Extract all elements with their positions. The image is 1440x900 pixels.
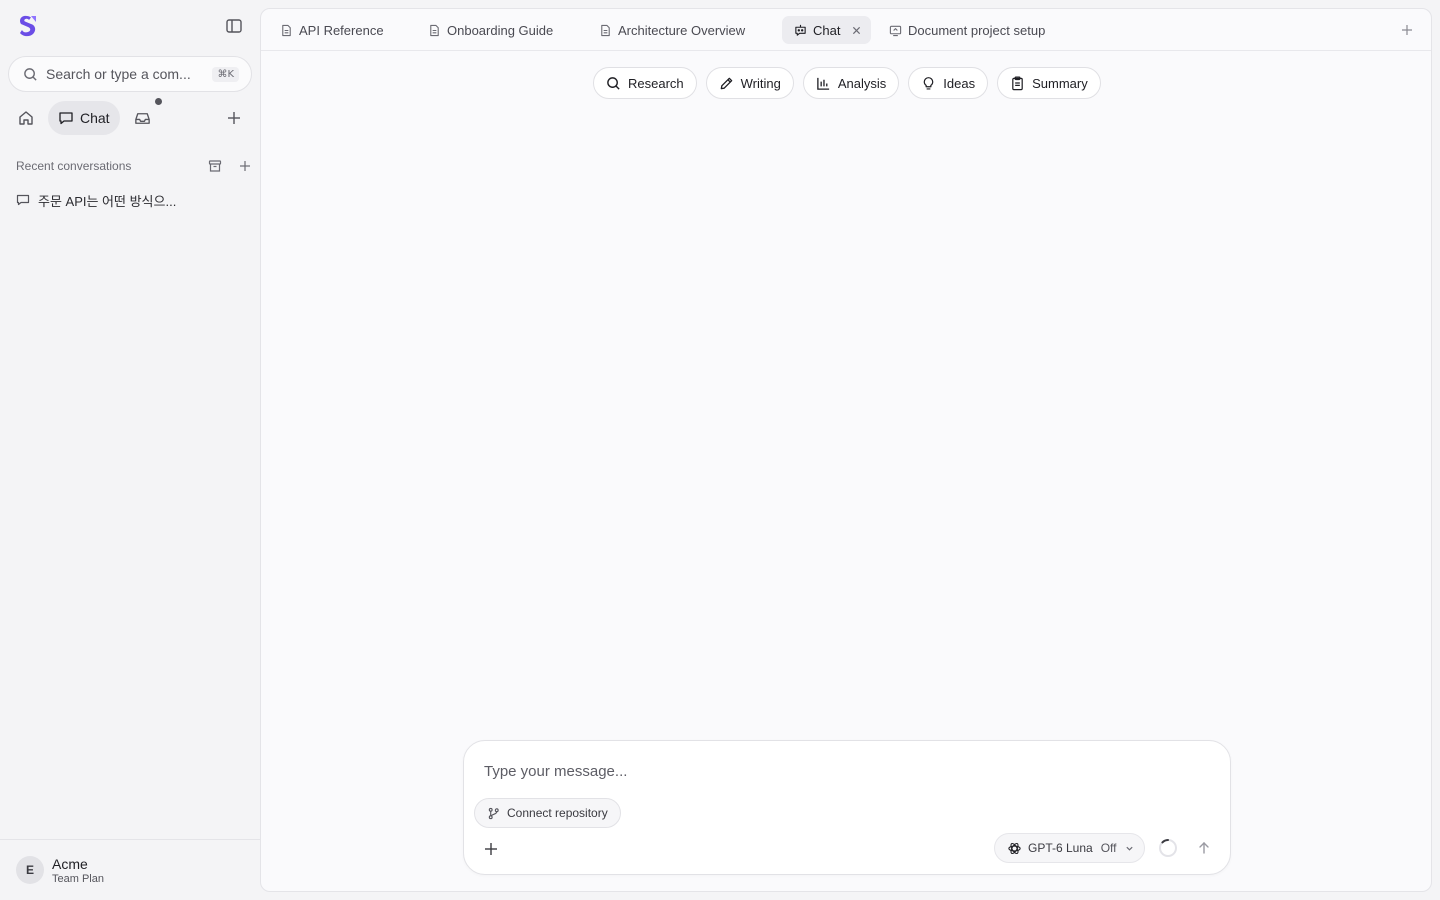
attach-plus-icon[interactable] — [484, 842, 498, 856]
search-icon — [23, 67, 38, 82]
sidebar: Search or type a com... ⌘K Chat Recent c… — [0, 0, 260, 900]
message-input[interactable] — [484, 761, 1184, 781]
chip-analysis[interactable]: Analysis — [802, 67, 900, 99]
tab-label: API Reference — [299, 22, 384, 38]
openai-logo-icon — [1007, 841, 1022, 856]
chat-bot-icon — [794, 24, 807, 37]
pencil-icon — [719, 76, 734, 91]
chat-bubble-icon — [58, 110, 74, 126]
sidebar-nav: Chat — [0, 98, 260, 136]
command-search[interactable]: Search or type a com... ⌘K — [8, 56, 252, 92]
tab-chat[interactable]: Chat — [782, 16, 872, 44]
account-name: Acme — [52, 855, 88, 872]
search-icon — [606, 76, 621, 91]
tab-label: Document project setup — [908, 22, 1046, 38]
tab-document-project-setup[interactable]: Document project setup — [889, 16, 1045, 44]
tab-label: Architecture Overview — [618, 22, 746, 38]
recent-conversations-label: Recent conversations — [16, 159, 132, 173]
recent-conversations-header: Recent conversations — [16, 157, 252, 175]
account-switcher[interactable]: E Acme Team Plan — [0, 839, 260, 900]
nav-chat-button[interactable]: Chat — [48, 101, 120, 135]
tab-onboarding-guide[interactable]: Onboarding Guide — [428, 16, 553, 44]
notification-dot — [155, 98, 162, 105]
inbox-icon[interactable] — [133, 109, 152, 128]
chip-writing[interactable]: Writing — [705, 67, 794, 99]
tab-architecture-overview[interactable]: Architecture Overview — [599, 16, 745, 44]
account-info: Acme Team Plan — [52, 856, 104, 885]
message-composer: Connect repository GPT-6 Luna Off — [463, 740, 1231, 875]
model-mode: Off — [1100, 841, 1117, 855]
sidebar-toggle-icon[interactable] — [224, 16, 244, 36]
new-conversation-plus-icon[interactable] — [238, 159, 252, 173]
send-arrow-icon[interactable] — [1197, 841, 1211, 855]
connect-repository-label: Connect repository — [507, 806, 608, 820]
model-name: GPT-6 Luna — [1028, 841, 1093, 855]
main-panel: API Reference Onboarding Guide Architect… — [260, 8, 1432, 892]
chat-bubble-icon — [16, 193, 30, 207]
document-icon — [428, 24, 441, 37]
nav-chat-label: Chat — [80, 110, 110, 126]
chip-summary[interactable]: Summary — [997, 67, 1101, 99]
tab-api-reference[interactable]: API Reference — [280, 16, 384, 44]
conversation-item[interactable]: 주문 API는 어떤 방식으... — [16, 190, 246, 210]
document-icon — [599, 24, 612, 37]
shortcut-badge: ⌘K — [212, 66, 239, 82]
prompt-chips: Research Writing Analysis Ideas Summary — [593, 67, 1101, 99]
chip-label: Research — [628, 75, 684, 91]
clipboard-icon — [1010, 76, 1025, 91]
bar-chart-icon — [816, 76, 831, 91]
chip-label: Ideas — [943, 75, 976, 91]
chip-label: Summary — [1032, 75, 1088, 91]
close-icon[interactable] — [852, 26, 861, 35]
chip-label: Analysis — [837, 75, 887, 91]
chip-ideas[interactable]: Ideas — [908, 67, 989, 99]
conversation-title: 주문 API는 어떤 방식으... — [38, 193, 177, 209]
avatar: E — [16, 856, 44, 884]
chip-label: Writing — [740, 75, 781, 91]
chip-research[interactable]: Research — [593, 67, 697, 99]
new-item-plus-icon[interactable] — [226, 110, 242, 126]
chevron-down-icon — [1125, 844, 1134, 853]
home-icon[interactable] — [16, 108, 36, 128]
archive-icon[interactable] — [208, 159, 222, 173]
tab-label: Chat — [813, 22, 841, 38]
account-plan: Team Plan — [52, 872, 104, 885]
new-tab-plus-icon[interactable] — [1401, 24, 1413, 36]
tab-bar: API Reference Onboarding Guide Architect… — [261, 9, 1431, 51]
search-input[interactable]: Search or type a com... — [46, 66, 206, 82]
git-branch-icon — [487, 807, 500, 820]
tab-label: Onboarding Guide — [447, 22, 554, 38]
connect-repository-button[interactable]: Connect repository — [474, 798, 621, 828]
screen-share-icon — [889, 24, 902, 37]
model-selector[interactable]: GPT-6 Luna Off — [994, 833, 1145, 863]
app-logo-icon[interactable] — [16, 14, 40, 38]
document-icon — [280, 24, 293, 37]
lightbulb-icon — [921, 76, 936, 91]
loading-spinner-icon — [1158, 838, 1178, 858]
